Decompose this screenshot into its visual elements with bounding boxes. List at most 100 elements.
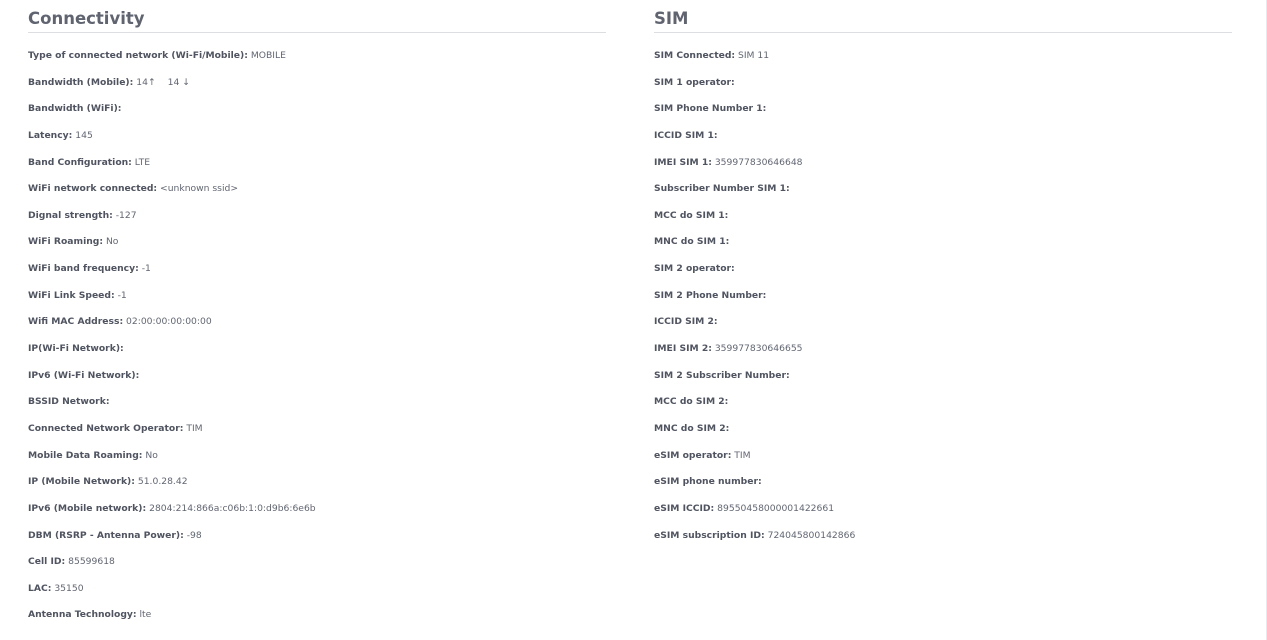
row-label: Mobile Data Roaming: xyxy=(28,449,143,461)
info-row: Type of connected network (Wi-Fi/Mobile)… xyxy=(28,49,606,76)
row-value: 51.0.28.42 xyxy=(137,476,188,488)
row-label: IPv6 (Wi-Fi Network): xyxy=(28,369,140,381)
row-label: DBM (RSRP - Antenna Power): xyxy=(28,529,184,541)
row-label: Bandwidth (WiFi): xyxy=(28,103,122,115)
info-row: eSIM phone number: xyxy=(654,475,1232,502)
row-label: WiFi Link Speed: xyxy=(28,289,115,301)
row-value: -127 xyxy=(115,209,137,221)
row-label: eSIM subscription ID: xyxy=(654,529,765,541)
device-info-page: Connectivity Type of connected network (… xyxy=(0,0,1267,640)
row-value: No xyxy=(105,236,119,248)
row-value: 02:00:00:00:00:00 xyxy=(126,316,212,328)
info-row: Mobile Data Roaming: No xyxy=(28,449,606,476)
info-row: eSIM subscription ID: 724045800142866 xyxy=(654,529,1232,556)
row-label: Bandwidth (Mobile): xyxy=(28,76,134,88)
info-row: MNC do SIM 2: xyxy=(654,422,1232,449)
info-row: SIM Phone Number 1: xyxy=(654,102,1232,129)
row-value: -98 xyxy=(186,529,202,541)
row-label: Type of connected network (Wi-Fi/Mobile)… xyxy=(28,50,248,61)
row-label: eSIM phone number: xyxy=(654,476,762,488)
row-label: Wifi MAC Address: xyxy=(28,316,124,328)
info-row: Wifi MAC Address: 02:00:00:00:00:00 xyxy=(28,315,606,342)
info-row: IMEI SIM 2: 359977830646655 xyxy=(654,342,1232,369)
row-label: eSIM ICCID: xyxy=(654,502,715,514)
row-label: Connected Network Operator: xyxy=(28,422,184,434)
info-row: WiFi band frequency: -1 xyxy=(28,262,606,289)
info-row: Connected Network Operator: TIM xyxy=(28,422,606,449)
connectivity-list: Type of connected network (Wi-Fi/Mobile)… xyxy=(28,49,606,635)
section-title: SIM xyxy=(654,0,1232,33)
info-row: ICCID SIM 2: xyxy=(654,315,1232,342)
info-row: DBM (RSRP - Antenna Power): -98 xyxy=(28,529,606,556)
row-label: SIM 2 Phone Number: xyxy=(654,289,767,301)
row-value: 359977830646648 xyxy=(714,156,803,168)
info-row: IPv6 (Mobile network): 2804:214:866a:c06… xyxy=(28,502,606,529)
connectivity-section: Connectivity Type of connected network (… xyxy=(28,0,606,635)
row-label: WiFi network connected: xyxy=(28,183,158,195)
row-value: 145 xyxy=(75,129,93,141)
row-label: LAC: xyxy=(28,582,52,594)
row-value: <unknown ssid> xyxy=(160,183,239,195)
row-label: Latency: xyxy=(28,129,73,141)
row-label: MCC do SIM 1: xyxy=(654,209,729,221)
info-row: MCC do SIM 2: xyxy=(654,395,1232,422)
row-value: 2804:214:866a:c06b:1:0:d9b6:6e6b xyxy=(149,502,316,514)
row-label: ICCID SIM 1: xyxy=(654,129,718,141)
row-value: -1 xyxy=(117,289,127,301)
info-row: eSIM ICCID: 89550458000001422661 xyxy=(654,502,1232,529)
row-value: No xyxy=(145,449,158,461)
info-row: Subscriber Number SIM 1: xyxy=(654,182,1232,209)
info-row: IP(Wi-Fi Network): xyxy=(28,342,606,369)
arrow-down-icon: ↓ xyxy=(182,76,190,88)
row-label: IPv6 (Mobile network): xyxy=(28,502,147,514)
row-value: LTE xyxy=(134,156,151,168)
row-value: TIM xyxy=(734,449,751,461)
row-value: 35150 xyxy=(54,582,84,594)
row-label: SIM Connected: xyxy=(654,50,736,61)
info-row: Antenna Technology: lte xyxy=(28,608,606,635)
info-row: Bandwidth (WiFi): xyxy=(28,102,606,129)
download-value: 14 xyxy=(167,76,180,88)
section-title: Connectivity xyxy=(28,0,606,33)
row-value: MOBILE xyxy=(250,50,286,61)
row-label: MNC do SIM 1: xyxy=(654,236,730,248)
row-label: SIM 1 operator: xyxy=(654,76,735,88)
row-label: BSSID Network: xyxy=(28,396,110,408)
info-row: SIM Connected: SIM 11 xyxy=(654,49,1232,76)
info-row: IMEI SIM 1: 359977830646648 xyxy=(654,156,1232,183)
row-label: IP (Mobile Network): xyxy=(28,476,135,488)
info-row: MCC do SIM 1: xyxy=(654,209,1232,236)
row-label: Band Configuration: xyxy=(28,156,132,168)
row-value: 85599618 xyxy=(68,556,115,568)
row-label: MNC do SIM 2: xyxy=(654,422,730,434)
row-value: 359977830646655 xyxy=(714,343,803,355)
info-row: Cell ID: 85599618 xyxy=(28,555,606,582)
row-label: Subscriber Number SIM 1: xyxy=(654,183,790,195)
upload-value: 14 xyxy=(136,76,148,88)
row-label: IP(Wi-Fi Network): xyxy=(28,343,124,355)
info-row: WiFi Roaming: No xyxy=(28,235,606,262)
row-label: WiFi band frequency: xyxy=(28,263,139,275)
info-row: WiFi network connected: <unknown ssid> xyxy=(28,182,606,209)
row-label: Cell ID: xyxy=(28,556,66,568)
row-value: 89550458000001422661 xyxy=(717,502,835,514)
info-row: Band Configuration: LTE xyxy=(28,156,606,183)
info-row: IP (Mobile Network): 51.0.28.42 xyxy=(28,475,606,502)
arrow-up-icon: ↑ xyxy=(147,76,156,88)
info-row: BSSID Network: xyxy=(28,395,606,422)
info-row: WiFi Link Speed: -1 xyxy=(28,289,606,316)
row-value: 724045800142866 xyxy=(767,529,856,541)
row-value: SIM 11 xyxy=(738,50,770,61)
info-row: LAC: 35150 xyxy=(28,582,606,609)
row-label: eSIM operator: xyxy=(654,449,732,461)
row-value: TIM xyxy=(186,422,203,434)
row-label: IMEI SIM 2: xyxy=(654,343,712,355)
row-label: IMEI SIM 1: xyxy=(654,156,712,168)
row-label: Dignal strength: xyxy=(28,209,113,221)
row-label: Antenna Technology: xyxy=(28,609,137,621)
info-row: SIM 2 Subscriber Number: xyxy=(654,369,1232,396)
row-label: MCC do SIM 2: xyxy=(654,396,729,408)
sim-list: SIM Connected: SIM 11 SIM 1 operator: SI… xyxy=(654,49,1232,555)
info-row: MNC do SIM 1: xyxy=(654,235,1232,262)
row-label: SIM 2 Subscriber Number: xyxy=(654,369,790,381)
